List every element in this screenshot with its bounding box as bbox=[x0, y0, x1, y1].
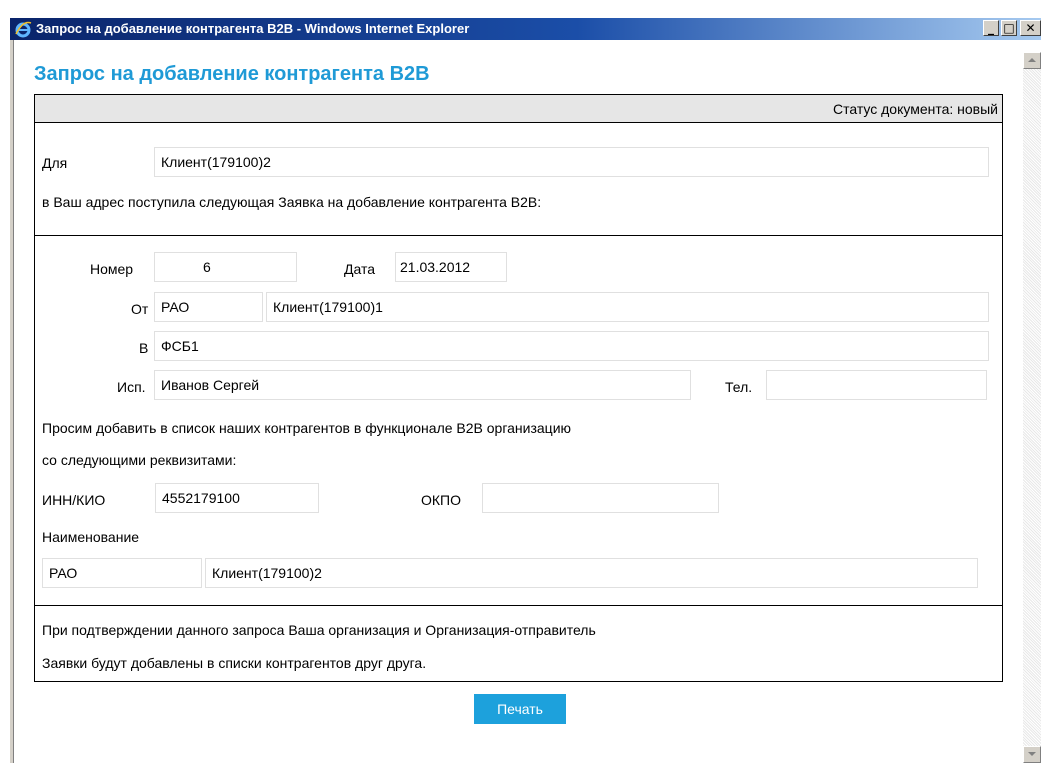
number-label: Номер bbox=[90, 261, 134, 277]
number-field[interactable]: 6 bbox=[154, 252, 297, 282]
from-label: От bbox=[131, 301, 149, 317]
window-left-frame bbox=[10, 40, 14, 763]
request-text-line2: со следующими реквизитами: bbox=[42, 452, 237, 468]
from-name-field[interactable]: Клиент(179100)1 bbox=[266, 292, 989, 322]
request-text-line1: Просим добавить в список наших контраген… bbox=[42, 420, 572, 436]
window-title: Запрос на добавление контрагента B2B - W… bbox=[36, 21, 470, 36]
intro-text: в Ваш адрес поступила следующая Заявка н… bbox=[42, 194, 542, 210]
divider bbox=[35, 235, 1002, 236]
date-label: Дата bbox=[344, 261, 376, 277]
window-title-bar[interactable]: Запрос на добавление контрагента B2B - W… bbox=[10, 18, 1041, 40]
recipient-field[interactable]: Клиент(179100)2 bbox=[154, 147, 989, 177]
document-status: Статус документа: новый bbox=[832, 101, 998, 117]
to-field[interactable]: ФСБ1 bbox=[154, 331, 989, 361]
okpo-field[interactable] bbox=[482, 483, 719, 513]
phone-label: Тел. bbox=[725, 379, 753, 395]
scroll-up-icon[interactable] bbox=[1023, 52, 1041, 69]
executor-label: Исп. bbox=[117, 379, 146, 395]
executor-field[interactable]: Иванов Сергей bbox=[154, 370, 691, 400]
inn-label: ИНН/КИО bbox=[42, 492, 106, 508]
scroll-down-icon[interactable] bbox=[1023, 746, 1041, 763]
name-label: Наименование bbox=[42, 529, 140, 545]
recipient-label: Для bbox=[42, 155, 68, 171]
minimize-icon[interactable]: _ bbox=[983, 20, 999, 36]
request-form: Статус документа: новый Для Клиент(17910… bbox=[34, 94, 1003, 682]
footer-note-line1: При подтверждении данного запроса Ваша о… bbox=[42, 622, 596, 638]
ie-icon bbox=[15, 21, 32, 38]
page-title: Запрос на добавление контрагента B2B bbox=[34, 63, 430, 85]
name-type-field[interactable]: РАО bbox=[42, 558, 202, 588]
vertical-scrollbar[interactable] bbox=[1023, 52, 1041, 763]
print-button[interactable]: Печать bbox=[474, 694, 566, 724]
phone-field[interactable] bbox=[766, 370, 987, 400]
footer-note-line2: Заявки будут добавлены в списки контраге… bbox=[42, 655, 427, 671]
to-label: В bbox=[139, 340, 149, 356]
name-field[interactable]: Клиент(179100)2 bbox=[205, 558, 978, 588]
from-type-field[interactable]: РАО bbox=[154, 292, 263, 322]
status-bar: Статус документа: новый bbox=[35, 95, 1002, 123]
maximize-icon[interactable]: □ bbox=[1001, 20, 1017, 36]
divider bbox=[35, 605, 1002, 606]
okpo-label: ОКПО bbox=[421, 492, 461, 508]
date-field[interactable]: 21.03.2012 bbox=[395, 252, 507, 282]
inn-field[interactable]: 4552179100 bbox=[155, 483, 319, 513]
close-icon[interactable]: ✕ bbox=[1020, 20, 1041, 36]
